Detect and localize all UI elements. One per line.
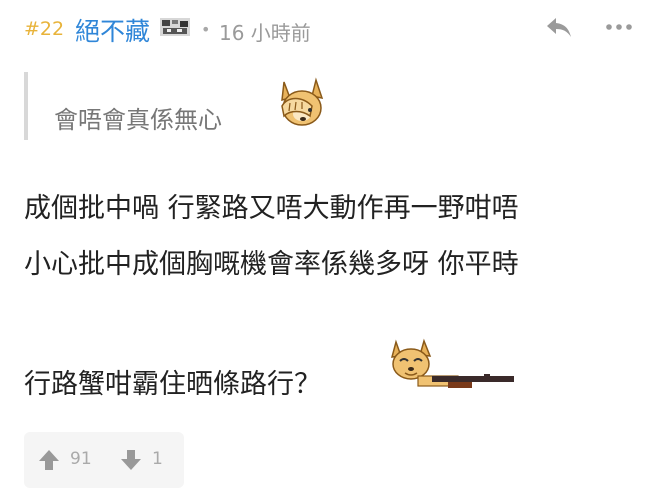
downvote-count: 1 bbox=[152, 449, 163, 469]
meta-separator: • bbox=[201, 20, 211, 39]
more-options-button[interactable] bbox=[604, 14, 634, 40]
downvote-button[interactable]: 1 bbox=[120, 447, 170, 473]
post-timestamp: 16 小時前 bbox=[219, 21, 311, 45]
user-badge-icon bbox=[160, 18, 190, 36]
post-text-line: 行路蟹咁霸住晒條路行？ bbox=[24, 369, 321, 400]
arrow-up-icon bbox=[39, 450, 59, 470]
upvote-button[interactable]: 91 bbox=[38, 447, 100, 473]
post-header: #22 絕不藏 • 16 小時前 bbox=[24, 8, 636, 46]
vote-panel: 91 1 bbox=[24, 432, 184, 488]
upvote-count: 91 bbox=[70, 449, 92, 469]
username-link[interactable]: 絕不藏 bbox=[75, 12, 150, 48]
more-icon bbox=[606, 24, 632, 30]
dog-shotgun-sticker-icon bbox=[390, 338, 514, 388]
quoted-reply[interactable]: 會唔會真係無心 bbox=[24, 72, 404, 140]
quote-text: 會唔會真係無心 bbox=[54, 106, 222, 134]
dog-facepalm-sticker-icon bbox=[281, 77, 324, 126]
floor-number: #22 bbox=[24, 18, 65, 40]
post-text-line: 成個批中喎 行緊路又唔大動作再一野咁唔 bbox=[24, 193, 519, 224]
post-text-line: 小心批中成個胸嘅機會率係幾多呀 你平時 bbox=[24, 249, 519, 280]
arrow-down-icon bbox=[121, 450, 141, 470]
quote-bar bbox=[24, 72, 28, 140]
reply-icon bbox=[547, 18, 571, 37]
reply-button[interactable] bbox=[544, 14, 574, 40]
